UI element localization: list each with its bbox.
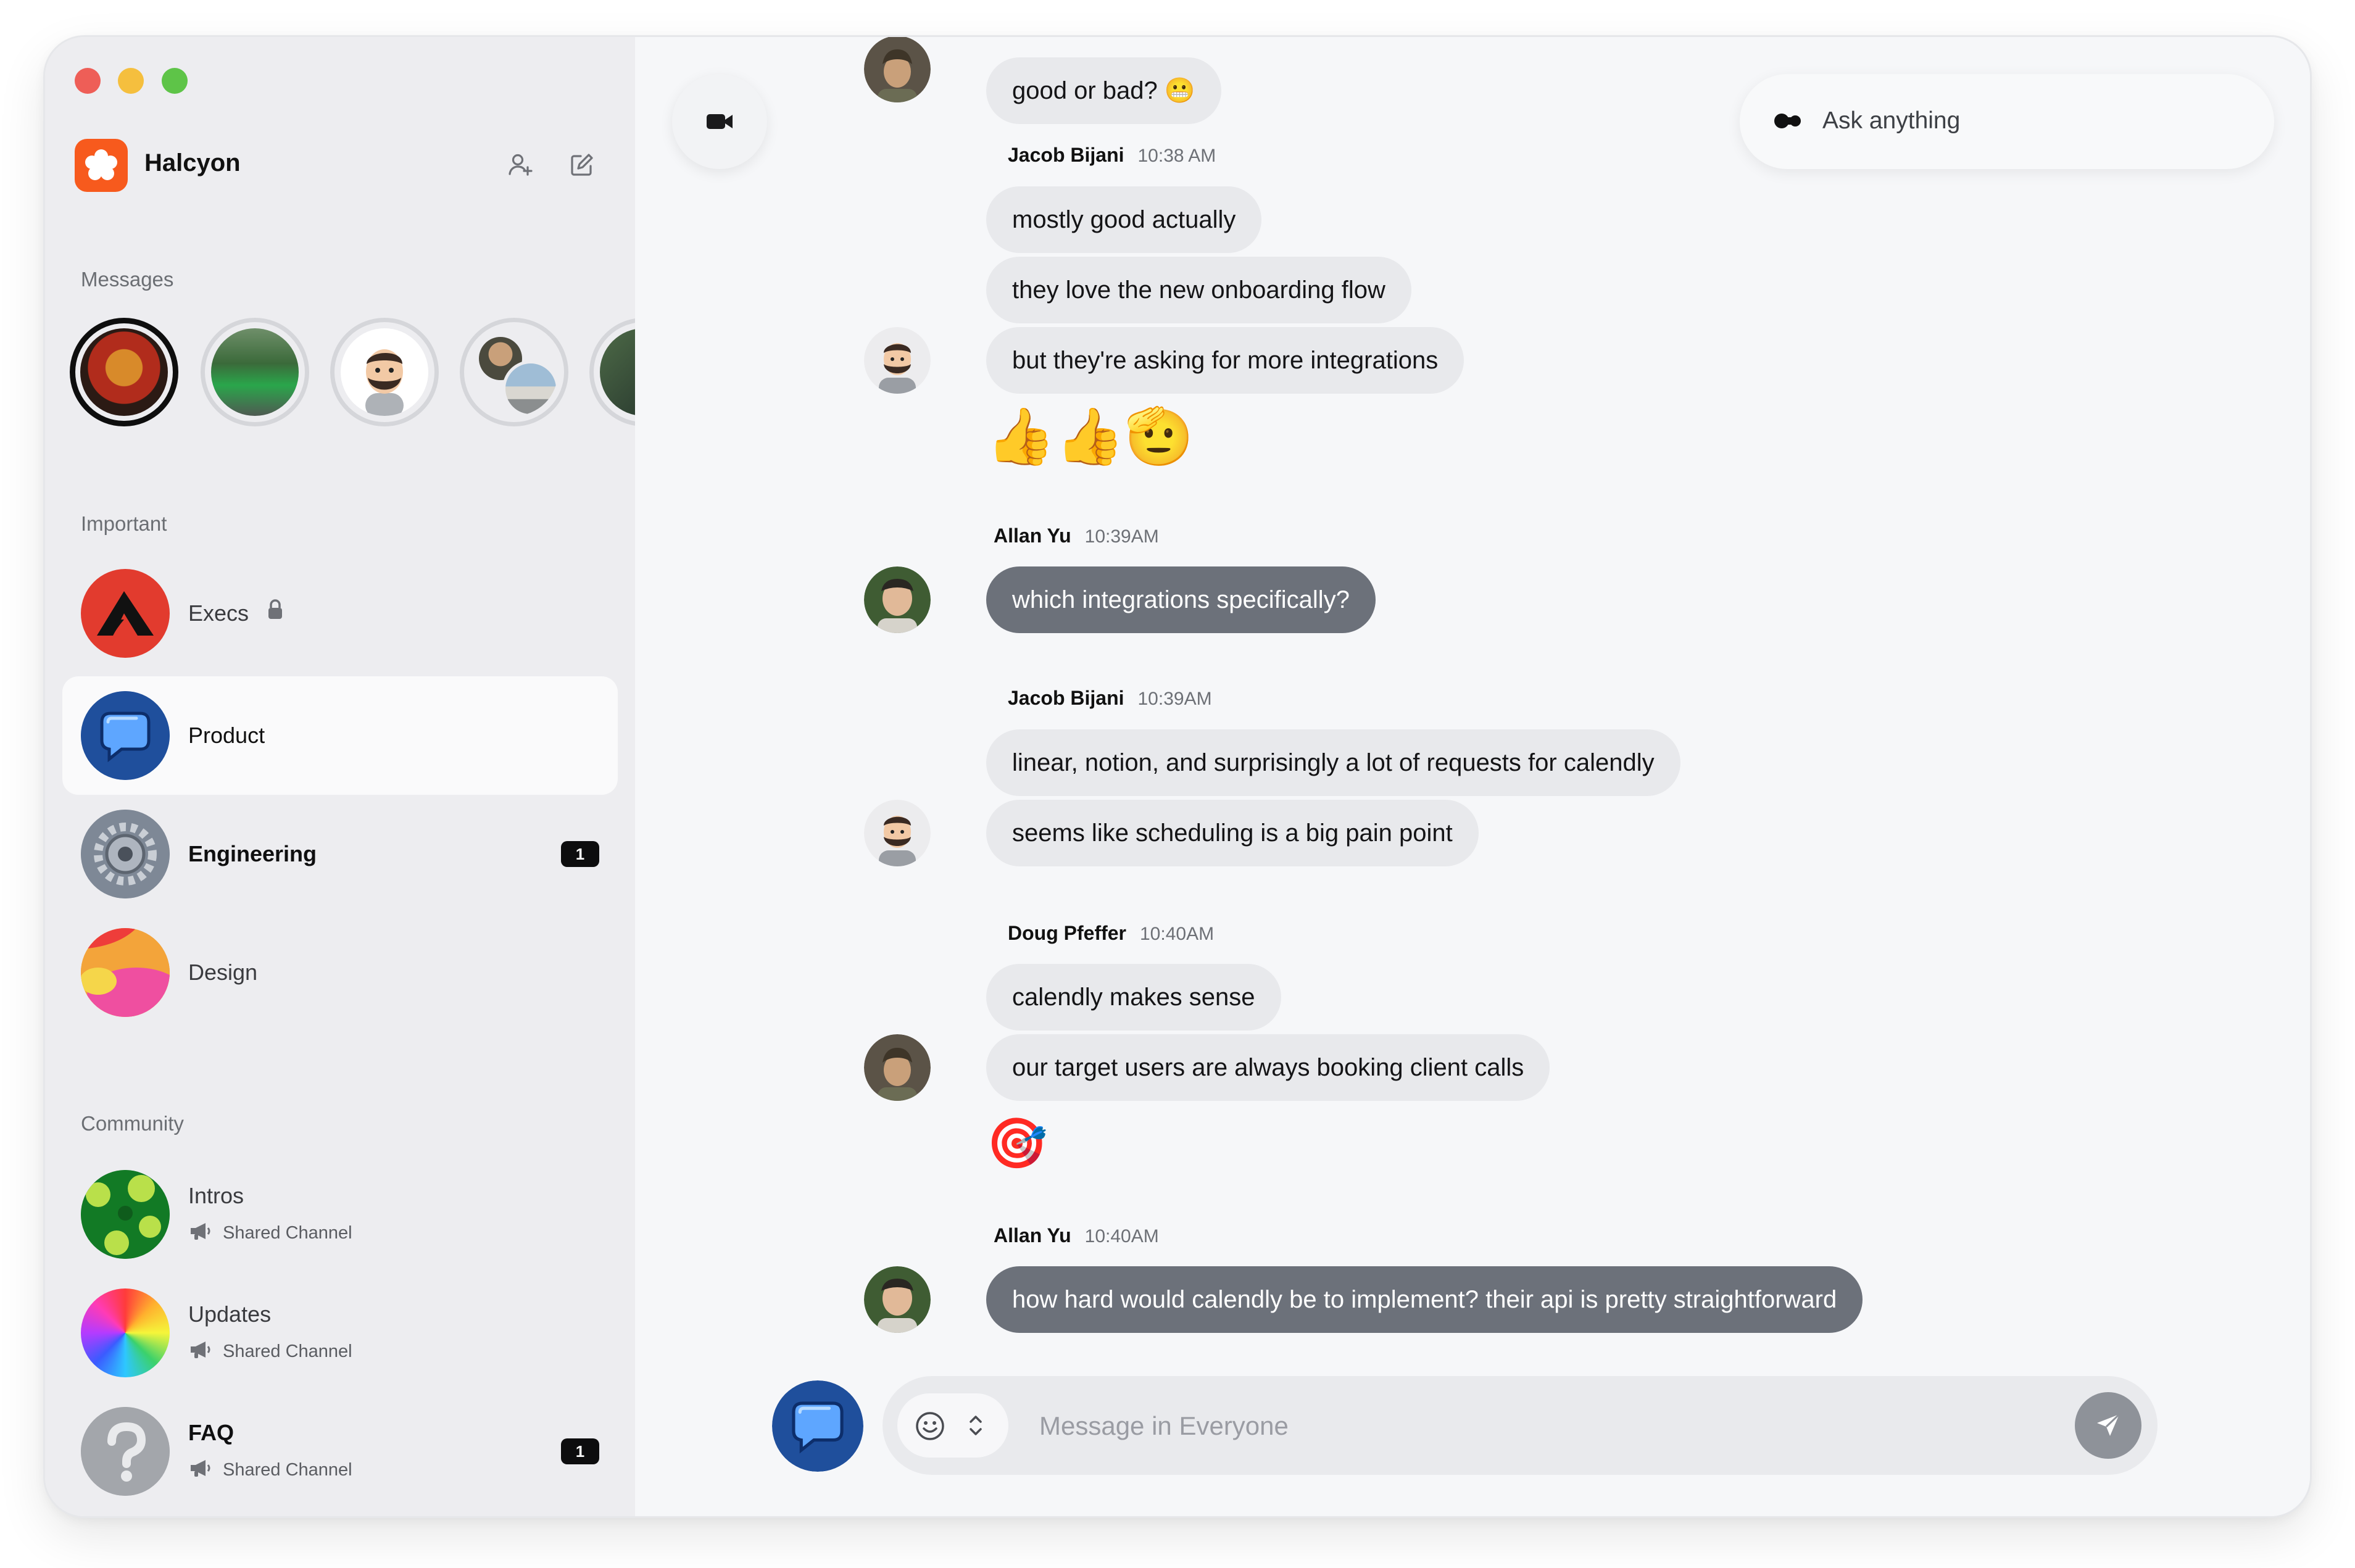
conversation-pane: Ask anything good or bad? 😬 Jacob Bijani… <box>635 37 2310 1516</box>
channel-avatar-product <box>772 1380 863 1472</box>
message-input[interactable] <box>1038 1395 2028 1458</box>
important-section-title: Important <box>81 512 167 535</box>
author-name: Jacob Bijani <box>1008 144 1124 166</box>
message-bubble[interactable]: calendly makes sense <box>986 964 1281 1031</box>
timestamp: 10:39AM <box>1084 526 1159 547</box>
channel-subtitle: Shared Channel <box>223 1342 352 1361</box>
message-bubble[interactable]: how hard would calendly be to implement?… <box>986 1266 1863 1333</box>
channel-design[interactable]: Design <box>62 913 618 1032</box>
timestamp: 10:40AM <box>1140 924 1215 944</box>
channel-avatar <box>81 569 170 658</box>
send-icon <box>2097 1413 2120 1436</box>
channel-updates[interactable]: Updates Shared Channel <box>62 1274 618 1392</box>
megaphone-icon <box>188 1459 213 1477</box>
channel-name: Execs <box>188 600 249 626</box>
chevron-updown-icon[interactable] <box>966 1412 985 1439</box>
channel-avatar <box>81 928 170 1017</box>
channel-name: Engineering <box>188 841 317 866</box>
story-avatar-group[interactable] <box>460 318 568 426</box>
avatar-jacob <box>864 327 931 394</box>
message-bubble[interactable]: linear, notion, and surprisingly a lot o… <box>986 729 1680 796</box>
message-meta: Allan Yu 10:39AM <box>994 525 1159 547</box>
story-avatar[interactable] <box>330 318 439 426</box>
channel-avatar <box>81 1170 170 1259</box>
messages-section-title: Messages <box>81 268 174 291</box>
timestamp: 10:38 AM <box>1137 146 1216 166</box>
timestamp: 10:40AM <box>1084 1226 1159 1247</box>
unread-badge: 1 <box>561 841 599 867</box>
community-section-title: Community <box>81 1112 184 1135</box>
channel-avatar <box>81 1407 170 1496</box>
channel-avatar <box>81 1288 170 1377</box>
message-bubble[interactable]: our target users are always booking clie… <box>986 1034 1550 1101</box>
author-name: Allan Yu <box>994 1224 1071 1247</box>
channel-avatar <box>81 810 170 898</box>
story-avatar[interactable] <box>70 318 178 426</box>
story-avatar[interactable] <box>201 318 309 426</box>
message-meta: Allan Yu 10:40AM <box>994 1224 1159 1247</box>
channel-subtitle: Shared Channel <box>223 1223 352 1243</box>
timestamp: 10:39AM <box>1137 689 1212 709</box>
author-name: Doug Pfeffer <box>1008 922 1126 944</box>
channel-intros[interactable]: Intros Shared Channel <box>62 1155 618 1274</box>
emoji-picker-button[interactable] <box>897 1393 1008 1458</box>
channel-name: Product <box>188 723 265 748</box>
message-bubble[interactable]: good or bad? 😬 <box>986 57 1221 124</box>
ai-dots-icon <box>1774 114 1801 128</box>
channel-name: FAQ <box>188 1420 235 1445</box>
message-bubble[interactable]: mostly good actually <box>986 186 1262 253</box>
author-name: Jacob Bijani <box>1008 687 1124 709</box>
add-user-icon[interactable] <box>500 145 540 185</box>
author-name: Allan Yu <box>994 525 1071 547</box>
compose-icon[interactable] <box>562 145 602 185</box>
message-bubble[interactable]: which integrations specifically? <box>986 566 1376 633</box>
avatar-allan <box>864 566 931 633</box>
avatar-doug <box>864 1034 931 1101</box>
channel-execs[interactable]: Execs <box>62 554 618 673</box>
message-bubble[interactable]: they love the new onboarding flow <box>986 257 1411 323</box>
ask-anything-label: Ask anything <box>1822 107 1961 134</box>
channel-product[interactable]: Product <box>62 676 618 795</box>
message-bubble[interactable]: but they're asking for more integrations <box>986 327 1464 394</box>
lock-icon <box>266 599 285 621</box>
unread-badge: 1 <box>561 1438 599 1464</box>
channel-faq[interactable]: FAQ Shared Channel 1 <box>62 1392 618 1511</box>
avatar-doug <box>864 37 931 102</box>
video-call-button[interactable] <box>672 74 767 169</box>
zoom-window-button[interactable] <box>162 68 188 94</box>
avatar-allan <box>864 1266 931 1333</box>
video-icon <box>707 114 733 129</box>
channel-engineering[interactable]: Engineering 1 <box>62 795 618 913</box>
emoji-reaction-message[interactable]: 🎯 <box>986 1110 1048 1177</box>
channel-name: Intros <box>188 1183 244 1208</box>
sidebar: Halcyon Messages Important Execs Product… <box>45 37 698 1516</box>
message-bubble[interactable]: seems like scheduling is a big pain poin… <box>986 800 1479 866</box>
avatar-jacob <box>864 800 931 866</box>
channel-name: Design <box>188 960 258 985</box>
channel-name: Updates <box>188 1301 272 1327</box>
app-window: Halcyon Messages Important Execs Product… <box>45 37 2310 1516</box>
minimize-window-button[interactable] <box>118 68 144 94</box>
channel-subtitle: Shared Channel <box>223 1460 352 1480</box>
app-logo-icon <box>75 139 128 192</box>
emoji-reaction-message[interactable]: 👍👍🫡 <box>986 402 1194 470</box>
ask-anything-button[interactable]: Ask anything <box>1740 74 2274 169</box>
close-window-button[interactable] <box>75 68 101 94</box>
send-button[interactable] <box>2075 1392 2141 1459</box>
message-meta: Jacob Bijani 10:38 AM <box>1008 144 1216 167</box>
megaphone-icon <box>188 1222 213 1240</box>
message-meta: Jacob Bijani 10:39AM <box>1008 687 1212 710</box>
smile-icon <box>916 1412 944 1440</box>
megaphone-icon <box>188 1340 213 1359</box>
message-composer <box>883 1376 2158 1475</box>
app-name: Halcyon <box>144 149 241 176</box>
message-meta: Doug Pfeffer 10:40AM <box>1008 922 1214 945</box>
channel-avatar <box>81 691 170 780</box>
